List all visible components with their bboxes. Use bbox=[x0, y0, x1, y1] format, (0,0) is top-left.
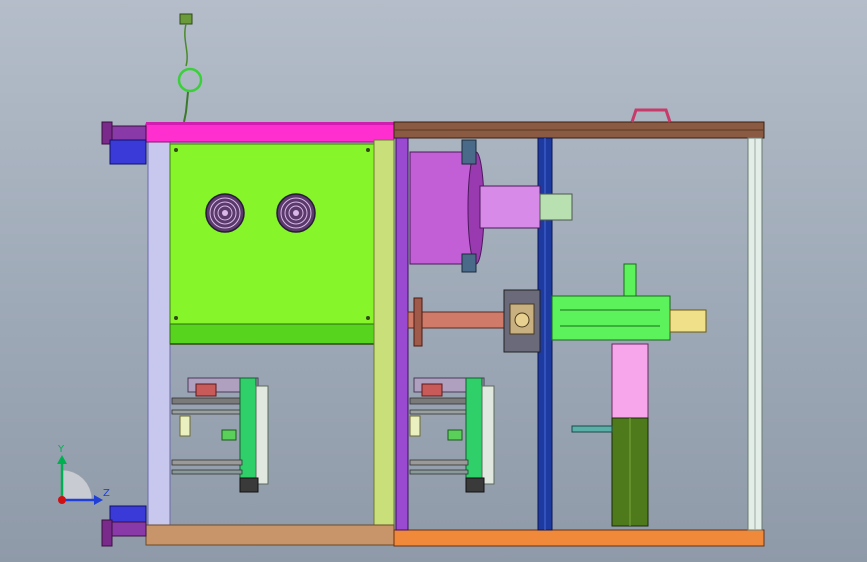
cad-viewport[interactable]: Y Z bbox=[0, 0, 867, 562]
left-cabinet bbox=[145, 122, 395, 546]
pink-slide bbox=[611, 343, 649, 419]
cooling-fan-left bbox=[205, 193, 245, 233]
gearbox bbox=[503, 289, 541, 353]
foot-top-left bbox=[101, 121, 147, 165]
lower-mechanism-left bbox=[171, 377, 269, 493]
bottom-beam-left bbox=[145, 524, 395, 546]
top-beam bbox=[145, 123, 395, 143]
foot-bottom-left bbox=[101, 505, 147, 547]
cable-hook bbox=[177, 13, 203, 123]
small-rod bbox=[571, 425, 613, 433]
green-block bbox=[551, 295, 671, 341]
triad-z-label: Z bbox=[103, 488, 110, 499]
actuator-green bbox=[551, 263, 707, 341]
lower-mechanism-right bbox=[409, 377, 495, 493]
vertical-link bbox=[413, 297, 423, 347]
bottom-beam-right bbox=[393, 529, 765, 547]
cad-assembly-view[interactable]: Y Z bbox=[0, 0, 867, 562]
triad-y-label: Y bbox=[57, 444, 65, 455]
coordinate-triad: Y Z bbox=[57, 444, 110, 505]
control-panel bbox=[169, 143, 375, 325]
cooling-fan-right bbox=[276, 193, 316, 233]
